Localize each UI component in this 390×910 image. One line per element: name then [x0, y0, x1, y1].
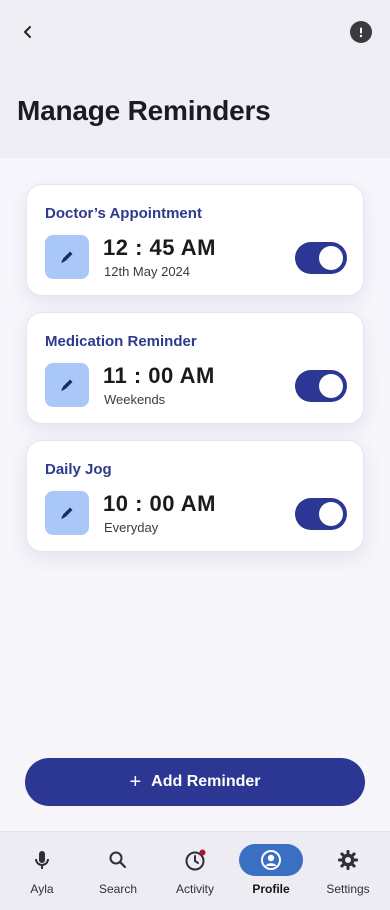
- nav-item-search[interactable]: Search: [79, 832, 157, 910]
- gear-icon: [338, 850, 358, 870]
- nav-icon-wrap: [86, 844, 150, 876]
- add-reminder-label: Add Reminder: [151, 773, 261, 790]
- header: Manage Reminders: [0, 0, 390, 158]
- reminder-detail: Weekends: [104, 392, 166, 407]
- reminder-detail: 12th May 2024: [104, 264, 191, 279]
- pencil-icon: [61, 507, 73, 519]
- reminder-time: 11 : 00 AM: [103, 363, 215, 388]
- reminder-title: Doctor’s Appointment: [45, 205, 202, 222]
- nav-label: Search: [98, 882, 138, 896]
- nav-item-settings[interactable]: Settings: [309, 832, 387, 910]
- reminder-toggle[interactable]: [295, 242, 347, 274]
- chevron-left-icon: [24, 26, 31, 38]
- plus-icon: +: [129, 771, 142, 793]
- reminder-card: Medication Reminder 11 : 00 AM Weekends: [26, 312, 364, 424]
- alert-icon: [359, 27, 363, 38]
- nav-icon-wrap: [316, 844, 380, 876]
- profile-icon: [261, 850, 281, 870]
- nav-label: Profile: [252, 882, 290, 896]
- nav-icon-wrap: [239, 844, 303, 876]
- reminder-list: Doctor’s Appointment 12 : 45 AM 12th May…: [0, 158, 390, 831]
- reminder-card: Daily Jog 10 : 00 AM Everyday: [26, 440, 364, 552]
- pencil-icon: [61, 251, 73, 263]
- nav-item-ayla[interactable]: Ayla: [3, 832, 81, 910]
- back-button[interactable]: [14, 18, 42, 46]
- reminder-toggle[interactable]: [295, 498, 347, 530]
- edit-button[interactable]: [45, 363, 89, 407]
- reminder-card: Doctor’s Appointment 12 : 45 AM 12th May…: [26, 184, 364, 296]
- info-button[interactable]: [350, 21, 372, 43]
- search-icon: [109, 851, 127, 869]
- nav-label: Settings: [326, 882, 370, 896]
- mic-icon: [35, 851, 49, 869]
- toggle-knob: [319, 374, 343, 398]
- bottom-nav: Ayla Search Activity Profile Settings: [0, 831, 390, 910]
- add-reminder-button[interactable]: + Add Reminder: [25, 758, 365, 806]
- clock-icon: [185, 849, 206, 871]
- reminder-toggle[interactable]: [295, 370, 347, 402]
- nav-label: Activity: [175, 882, 214, 896]
- nav-item-activity[interactable]: Activity: [156, 832, 234, 910]
- reminder-detail: Everyday: [104, 520, 159, 535]
- pencil-icon: [61, 379, 73, 391]
- edit-button[interactable]: [45, 235, 89, 279]
- reminder-time: 10 : 00 AM: [103, 491, 217, 516]
- reminder-title: Daily Jog: [45, 461, 112, 478]
- nav-label: Ayla: [30, 882, 54, 896]
- toggle-knob: [319, 502, 343, 526]
- reminder-time: 12 : 45 AM: [103, 235, 217, 260]
- nav-icon-wrap: [163, 844, 227, 876]
- reminder-title: Medication Reminder: [45, 333, 197, 350]
- page-title: Manage Reminders: [17, 95, 271, 126]
- nav-icon-wrap: [10, 844, 74, 876]
- nav-item-profile[interactable]: Profile: [232, 832, 310, 910]
- toggle-knob: [319, 246, 343, 270]
- edit-button[interactable]: [45, 491, 89, 535]
